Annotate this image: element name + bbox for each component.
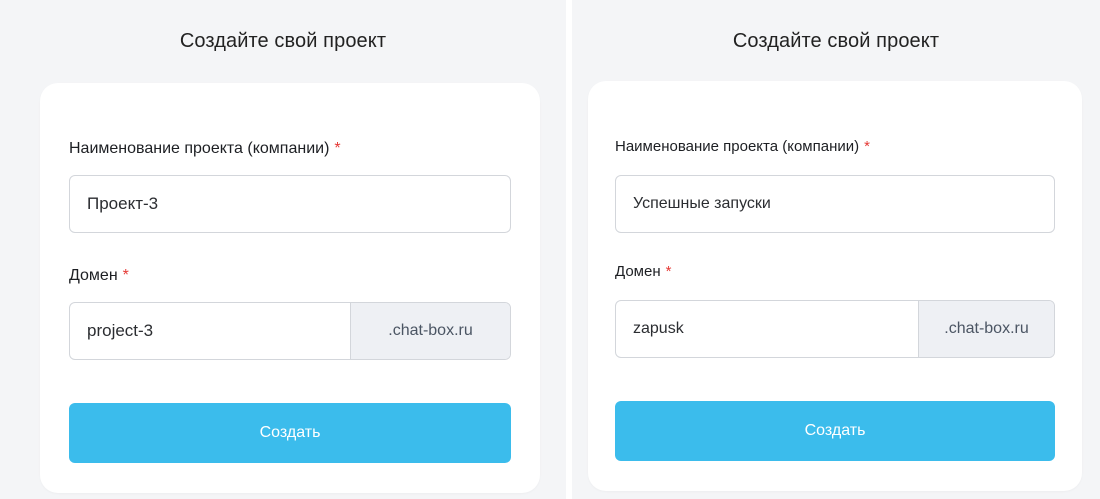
project-name-input[interactable]: Успешные запуски — [615, 175, 1055, 233]
domain-input-group: project-3 .chat-box.ru — [69, 302, 511, 360]
create-button[interactable]: Создать — [69, 403, 511, 463]
domain-input[interactable]: zapusk — [616, 301, 918, 357]
panel-left: Создайте свой проект Наименование проект… — [0, 0, 566, 499]
required-mark: * — [864, 138, 870, 155]
project-name-label-text: Наименование проекта (компании) — [69, 140, 330, 157]
page-title: Создайте свой проект — [732, 30, 940, 52]
page-title: Создайте свой проект — [179, 30, 387, 52]
panel-right: Создайте свой проект Наименование проект… — [572, 0, 1100, 499]
create-project-card: Наименование проекта (компании) * Успешны… — [588, 81, 1082, 491]
domain-input-group: zapusk .chat-box.ru — [615, 300, 1055, 358]
domain-label: Домен * — [615, 263, 671, 280]
project-name-label-text: Наименование проекта (компании) — [615, 138, 860, 155]
required-mark: * — [665, 263, 672, 280]
domain-label-text: Домен — [615, 263, 661, 280]
create-button[interactable]: Создать — [615, 401, 1055, 461]
domain-suffix: .chat-box.ru — [350, 303, 510, 359]
project-name-label: Наименование проекта (компании) * — [615, 138, 870, 155]
required-mark: * — [334, 140, 341, 157]
create-project-card: Наименование проекта (компании) * Проект-… — [40, 83, 540, 493]
project-name-input[interactable]: Проект-3 — [69, 175, 511, 233]
project-name-label: Наименование проекта (компании) * — [69, 140, 341, 158]
domain-suffix: .chat-box.ru — [918, 301, 1054, 357]
domain-input[interactable]: project-3 — [70, 303, 350, 359]
domain-label-text: Домен — [69, 267, 118, 284]
domain-label: Домен * — [69, 267, 129, 285]
required-mark: * — [122, 267, 129, 284]
